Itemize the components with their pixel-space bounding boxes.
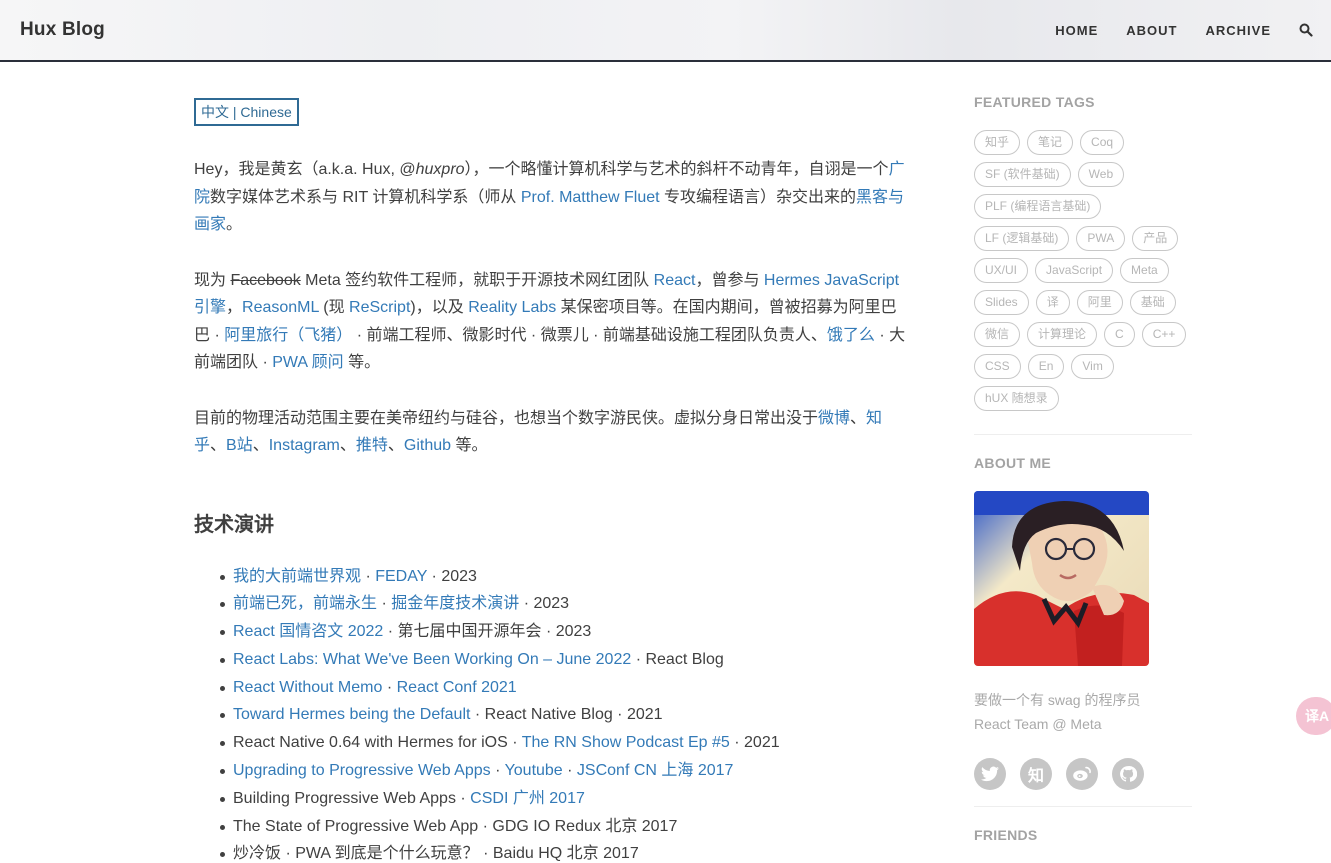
rescript-link[interactable]: ReScript — [349, 299, 410, 316]
talk-link[interactable]: Toward Hermes being the Default — [233, 706, 470, 723]
talks-list: 我的大前端世界观 · FEDAY · 2023 前端已死，前端永生 · 掘金年度… — [194, 563, 906, 863]
search-icon[interactable] — [1299, 23, 1313, 37]
bio: 要做一个有 swag 的程序员 React Team @ Meta — [974, 688, 1192, 736]
zhihu-icon[interactable]: 知 — [1020, 758, 1052, 790]
tag-pill[interactable]: 计算理论 — [1027, 322, 1098, 347]
tag-pill[interactable]: PWA — [1076, 226, 1126, 251]
tag-pill[interactable]: 微信 — [974, 322, 1021, 347]
venue-link[interactable]: 掘金年度技术演讲 — [391, 595, 519, 612]
bio-line: 要做一个有 swag 的程序员 — [974, 692, 1141, 708]
venue-link[interactable]: The RN Show Podcast Ep #5 — [522, 734, 730, 751]
tag-pill[interactable]: 产品 — [1132, 226, 1179, 251]
twitter-icon[interactable] — [974, 758, 1006, 790]
tag-pill[interactable]: Slides — [974, 290, 1029, 315]
list-item: 前端已死，前端永生 · 掘金年度技术演讲 · 2023 — [194, 590, 906, 618]
nav-about-link[interactable]: ABOUT — [1126, 23, 1177, 38]
talk-link[interactable]: Upgrading to Progressive Web Apps — [233, 762, 491, 779]
tag-pill[interactable]: Meta — [1120, 258, 1169, 283]
tag-cloud: 知乎 笔记 Coq SF (软件基础) Web PLF (编程语言基础) LF (逻辑基础)… — [974, 130, 1194, 418]
main-content: 中文 | Chinese Hey，我是黄玄（a.k.a. Hux, @huxpr… — [194, 98, 906, 863]
venue-link[interactable]: JSConf CN 上海 2017 — [577, 762, 734, 779]
alitrip-link[interactable]: 阿里旅行（飞猪） — [224, 327, 352, 344]
reasonml-link[interactable]: ReasonML — [242, 299, 319, 316]
tag-pill[interactable]: 笔记 — [1027, 130, 1074, 155]
tag-pill[interactable]: 译 — [1035, 290, 1070, 315]
twitter-link[interactable]: 推特 — [356, 437, 388, 454]
tag-pill[interactable]: SF (软件基础) — [974, 162, 1071, 187]
tag-pill[interactable]: En — [1027, 354, 1065, 379]
talk-link[interactable]: React 国情咨文 2022 — [233, 623, 383, 640]
weibo-icon[interactable] — [1066, 758, 1098, 790]
talks-heading: 技术演讲 — [194, 513, 274, 536]
tag-pill[interactable]: UX/UI — [974, 258, 1029, 283]
tag-pill[interactable]: CSS — [974, 354, 1021, 379]
site-header: Hux Blog HOME ABOUT ARCHIVE — [0, 0, 1331, 62]
list-item: The State of Progressive Web App · GDG I… — [194, 813, 906, 841]
main-nav: HOME ABOUT ARCHIVE — [1055, 0, 1331, 60]
list-item: Toward Hermes being the Default · React … — [194, 701, 906, 729]
sidebar: FEATURED TAGS 知乎 笔记 Coq SF (软件基础) Web PLF (编程… — [974, 94, 1192, 843]
tag-pill[interactable]: 知乎 — [974, 130, 1021, 155]
tag-pill[interactable]: Vim — [1071, 354, 1114, 379]
tag-pill[interactable]: C++ — [1141, 322, 1187, 347]
weibo-link[interactable]: 微博 — [818, 410, 850, 427]
list-item: React Labs: What We've Been Working On –… — [194, 646, 906, 674]
tag-pill[interactable]: JavaScript — [1035, 258, 1114, 283]
eleme-link[interactable]: 饿了么 — [827, 327, 875, 344]
venue-link[interactable]: React Conf 2021 — [397, 679, 517, 696]
about-me-heading: ABOUT ME — [974, 455, 1052, 471]
talk-link[interactable]: React Without Memo — [233, 679, 382, 696]
bio-line: React Team @ Meta — [974, 716, 1102, 732]
divider — [974, 434, 1192, 435]
translate-button[interactable]: 译A — [1296, 697, 1331, 735]
nav-home-link[interactable]: HOME — [1055, 23, 1098, 38]
tag-pill[interactable]: LF (逻辑基础) — [974, 226, 1070, 251]
bilibili-link[interactable]: B站 — [226, 437, 253, 454]
talk-link[interactable]: React Labs: What We've Been Working On –… — [233, 651, 631, 668]
intro-paragraph: Hey，我是黄玄（a.k.a. Hux, @huxpro），一个略懂计算机科学与… — [194, 161, 905, 233]
tag-pill[interactable]: hUX 随想录 — [974, 386, 1059, 411]
reality-labs-link[interactable]: Reality Labs — [468, 299, 556, 316]
list-item: 我的大前端世界观 · FEDAY · 2023 — [194, 563, 906, 591]
list-item: React 国情咨文 2022 · 第七届中国开源年会 · 2023 — [194, 618, 906, 646]
work-paragraph: 现为 Facebook Meta 签约软件工程师，就职于开源技术网红团队 Rea… — [194, 271, 906, 372]
tag-pill[interactable]: Coq — [1080, 130, 1125, 155]
language-toggle-button[interactable]: 中文 | Chinese — [194, 98, 299, 126]
venue-link[interactable]: FEDAY — [375, 568, 427, 585]
github-link[interactable]: Github — [404, 437, 451, 454]
list-item: React Native 0.64 with Hermes for iOS · … — [194, 729, 906, 757]
nav-archive-link[interactable]: ARCHIVE — [1205, 23, 1271, 38]
social-links: 知 — [974, 758, 1192, 790]
tag-pill[interactable]: 阿里 — [1076, 290, 1123, 315]
github-icon[interactable] — [1112, 758, 1144, 790]
venue-link[interactable]: CSDI 广州 2017 — [470, 790, 585, 807]
tag-pill[interactable]: PLF (编程语言基础) — [974, 194, 1102, 219]
instagram-link[interactable]: Instagram — [269, 437, 340, 454]
react-link[interactable]: React — [654, 272, 696, 289]
avatar — [974, 491, 1149, 666]
pwa-advisor-link[interactable]: PWA 顾问 — [272, 354, 343, 371]
youtube-link[interactable]: Youtube — [505, 762, 563, 779]
list-item: Building Progressive Web Apps · CSDI 广州 … — [194, 785, 906, 813]
list-item: Upgrading to Progressive Web Apps · Yout… — [194, 757, 906, 785]
friends-heading: FRIENDS — [974, 827, 1038, 843]
featured-tags-heading: FEATURED TAGS — [974, 94, 1095, 110]
talk-link[interactable]: 我的大前端世界观 — [233, 568, 361, 585]
talk-link[interactable]: 前端已死，前端永生 — [233, 595, 377, 612]
social-paragraph: 目前的物理活动范围主要在美帝纽约与硅谷，也想当个数字游民侠。虚拟分身日常出没于微… — [194, 409, 883, 455]
brand-logo[interactable]: Hux Blog — [20, 19, 105, 41]
tag-pill[interactable]: 基础 — [1129, 290, 1176, 315]
divider — [974, 806, 1192, 807]
list-item: React Without Memo · React Conf 2021 — [194, 674, 906, 702]
tag-pill[interactable]: Web — [1077, 162, 1125, 187]
prof-fluet-link[interactable]: Prof. Matthew Fluet — [521, 189, 660, 206]
tag-pill[interactable]: C — [1104, 322, 1135, 347]
list-item: 炒冷饭 · PWA 到底是个什么玩意？ · Baidu HQ 北京 2017 — [194, 840, 906, 863]
